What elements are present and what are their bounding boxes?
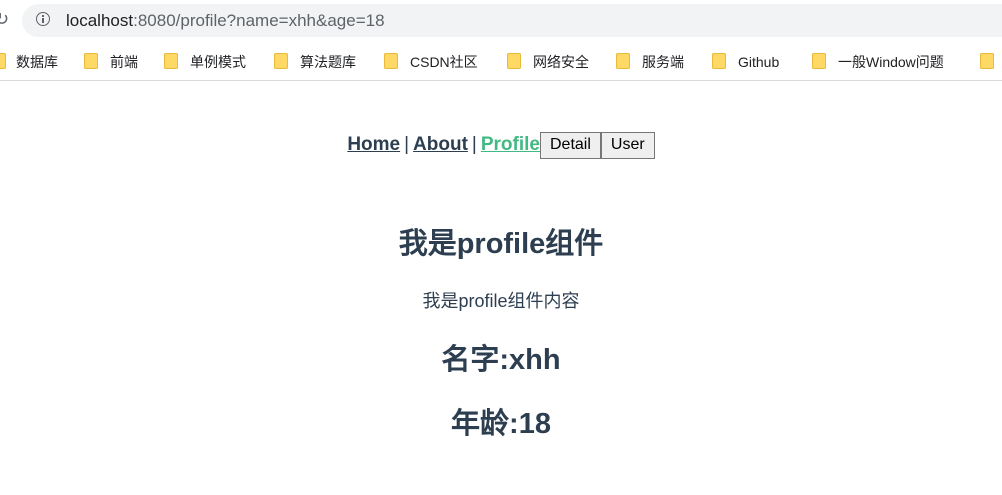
nav-link-home[interactable]: Home	[347, 134, 400, 155]
nav-separator: |	[404, 134, 410, 155]
profile-age: 年龄:18	[451, 408, 551, 440]
folder-icon	[616, 53, 630, 69]
bookmark-item[interactable]: Github	[738, 53, 779, 71]
folder-icon	[384, 53, 398, 69]
folder-icon	[507, 53, 521, 69]
browser-toolbar: ↻ localhost:8080/profile?name=xhh&age=18	[0, 0, 1002, 40]
profile-content: 我是profile组件内容	[422, 291, 580, 311]
bookmark-item[interactable]: 算法题库	[300, 53, 356, 71]
bookmark-item[interactable]: 单例模式	[190, 53, 246, 71]
reload-icon[interactable]: ↻	[0, 8, 9, 30]
folder-icon	[274, 53, 288, 69]
bookmark-item[interactable]: 一般Window问题	[838, 53, 944, 71]
url-text[interactable]: localhost:8080/profile?name=xhh&age=18	[66, 10, 385, 31]
url-path: :8080/profile?name=xhh&age=18	[133, 11, 385, 30]
bookmark-item[interactable]: 数据库	[16, 53, 58, 71]
nav-link-profile[interactable]: Profile	[481, 134, 540, 155]
profile-name: 名字:xhh	[441, 344, 561, 376]
bookmark-item[interactable]: CSDN社区	[410, 53, 478, 71]
bookmark-item[interactable]: 前端	[110, 53, 138, 71]
folder-icon	[812, 53, 826, 69]
folder-icon[interactable]	[980, 53, 994, 69]
bookmarks-bar: 数据库 前端 单例模式 算法题库 CSDN社区 网络安全 服务端 Github …	[0, 44, 1002, 81]
folder-icon	[712, 53, 726, 69]
nav-separator: |	[471, 134, 477, 155]
folder-icon	[84, 53, 98, 69]
folder-icon	[0, 53, 6, 69]
bookmark-item[interactable]: 服务端	[642, 53, 684, 71]
profile-title: 我是profile组件	[398, 228, 604, 260]
bookmark-item[interactable]: 网络安全	[533, 53, 589, 71]
address-bar[interactable]: localhost:8080/profile?name=xhh&age=18	[22, 4, 1002, 37]
detail-button[interactable]: Detail	[539, 131, 601, 159]
nav-link-about[interactable]: About	[413, 134, 468, 155]
folder-icon	[164, 53, 178, 69]
url-host: localhost	[66, 11, 134, 30]
info-icon[interactable]	[36, 12, 50, 26]
app-nav: Home | About | Profile Detail User	[0, 130, 1002, 160]
user-button[interactable]: User	[600, 131, 655, 159]
